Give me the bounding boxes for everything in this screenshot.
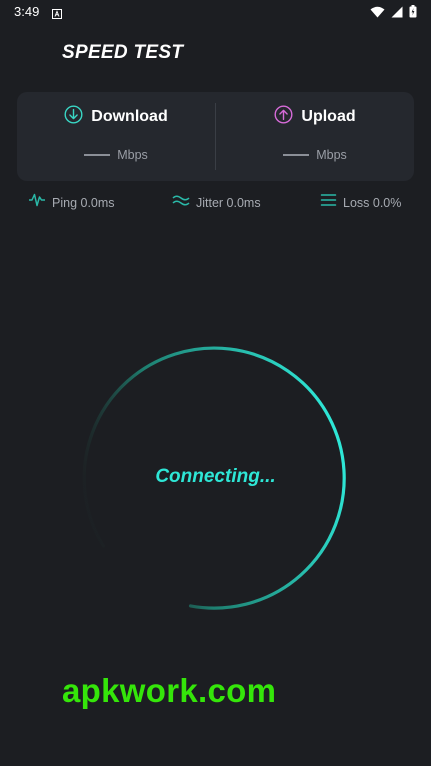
download-arrow-icon — [64, 105, 83, 129]
upload-panel[interactable]: Upload Mbps — [216, 92, 414, 181]
wifi-icon — [370, 5, 385, 23]
upload-header: Upload — [216, 105, 414, 129]
loss-icon — [320, 193, 337, 212]
ping-text: Ping 0.0ms — [52, 195, 115, 210]
download-value: Mbps — [17, 148, 215, 162]
jitter-metric: Jitter 0.0ms — [172, 193, 261, 212]
watermark-text: apkwork.com — [62, 672, 277, 709]
connecting-status: Connecting... — [155, 466, 276, 487]
upload-arrow-icon — [274, 105, 293, 129]
download-unit: Mbps — [117, 148, 148, 162]
loss-metric: Loss 0.0% — [320, 193, 401, 212]
download-value-placeholder — [84, 154, 111, 156]
app-title: SPEED TEST — [62, 42, 184, 63]
signal-icon — [391, 5, 403, 23]
download-label: Download — [91, 108, 168, 125]
status-bar: 3:49 — [0, 0, 431, 24]
upload-value-placeholder — [283, 154, 310, 156]
jitter-text: Jitter 0.0ms — [196, 195, 261, 210]
ping-metric: Ping 0.0ms — [28, 193, 115, 212]
battery-icon — [409, 5, 417, 23]
metrics-row: Ping 0.0ms Jitter 0.0ms Loss 0.0% — [0, 193, 431, 211]
speed-card: Download Mbps Upload Mbps — [17, 92, 414, 181]
download-header: Download — [17, 105, 215, 129]
upload-unit: Mbps — [316, 148, 347, 162]
download-panel[interactable]: Download Mbps — [17, 92, 215, 181]
loss-text: Loss 0.0% — [343, 195, 402, 210]
upload-label: Upload — [301, 108, 356, 125]
status-time: 3:49 — [14, 4, 40, 19]
ping-icon — [28, 193, 46, 212]
jitter-icon — [172, 193, 190, 212]
upload-value: Mbps — [216, 148, 414, 162]
a-box-icon — [52, 6, 62, 24]
status-icons — [370, 5, 417, 23]
